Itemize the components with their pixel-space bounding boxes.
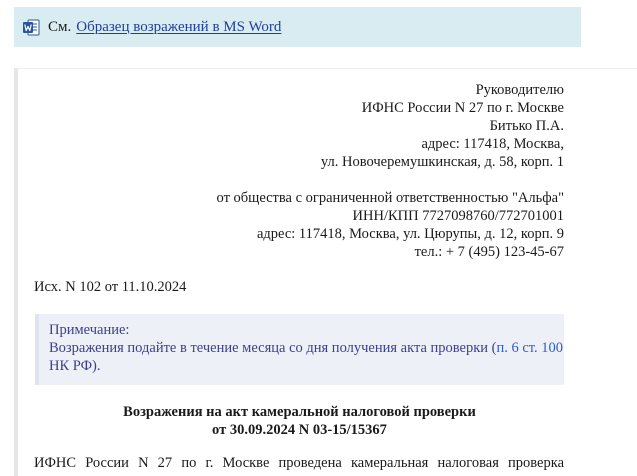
sender-line: адрес: 117418, Москва, ул. Цюрупы, д. 12… [256,226,564,242]
body-paragraph: ИФНС России N 27 по г. Москве проведена … [34,455,564,471]
see-also-banner: См. Образец возражений в MS Word [14,7,581,47]
outgoing-reference: Исх. N 102 от 11.10.2024 [34,279,187,295]
ms-word-icon [23,19,40,35]
note-label: Примечание: [49,322,130,338]
addressee-line: ул. Новочеремушкинская, д. 58, корп. 1 [320,154,564,170]
note-box: Примечание: Возражения подайте в течение… [35,314,564,385]
word-sample-link[interactable]: Образец возражений в MS Word [76,19,281,36]
addressee-line: ИФНС России N 27 по г. Москве [361,100,564,116]
tax-code-link[interactable]: п. 6 ст. 100 [496,340,563,356]
see-prefix: См. [48,18,72,35]
address-block: Руководителю ИФНС России N 27 по г. Моск… [217,81,564,261]
addressee-line: Руководителю [475,82,564,98]
note-text-before: Возражения подайте в течение месяца со д… [49,340,497,356]
note-text-after: НК РФ). [49,358,101,374]
sender-line: тел.: + 7 (495) 123-45-67 [414,244,564,260]
title-line: Возражения на акт камеральной налоговой … [123,404,476,420]
document-page: См. Образец возражений в MS Word Руковод… [0,0,637,476]
sender-line: ИНН/КПП 7727098760/772701001 [352,208,564,224]
title-line: от 30.09.2024 N 03-15/15367 [212,422,387,438]
addressee-line: адрес: 117418, Москва, [421,136,564,152]
sender-line: от общества с ограниченной ответственнос… [216,190,564,206]
document-title: Возражения на акт камеральной налоговой … [35,403,564,439]
note-text: Возражения подайте в течение месяца со д… [49,339,564,375]
addressee-line: Битько П.А. [489,118,564,134]
